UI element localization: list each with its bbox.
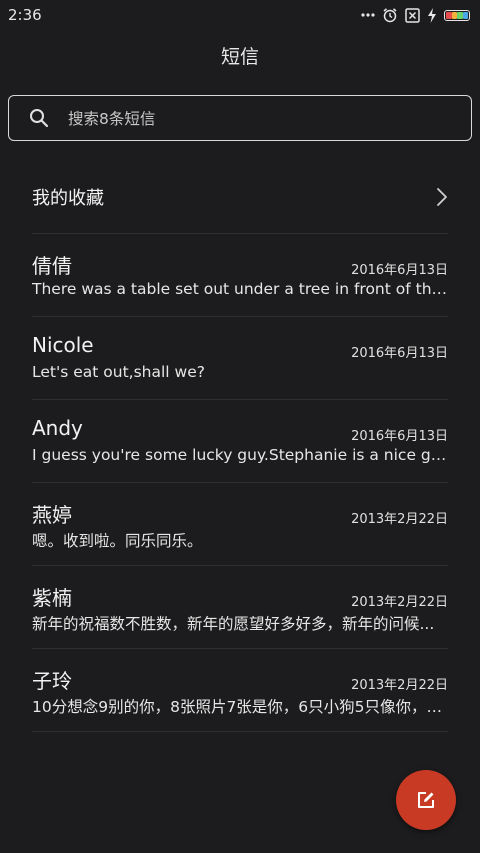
message-preview: There was a table set out under a tree i… (32, 280, 448, 298)
contact-name: 倩倩 (32, 254, 72, 278)
compose-button[interactable] (396, 770, 456, 830)
message-date: 2016年6月13日 (351, 263, 448, 278)
contact-name: Nicole (32, 333, 94, 357)
more-dots-icon (361, 7, 375, 23)
chevron-right-icon (436, 187, 448, 207)
message-preview: 10分想念9别的你，8张照片7张是你，6只小狗5只像你，4... (32, 698, 448, 716)
contact-name: 燕婷 (32, 503, 72, 527)
favorites-row[interactable]: 我的收藏 (32, 160, 448, 234)
message-date: 2013年2月22日 (351, 595, 448, 610)
status-icons (361, 7, 470, 23)
status-time: 2:36 (8, 6, 42, 24)
message-item[interactable]: 燕婷 2013年2月22日 嗯。收到啦。同乐同乐。 (32, 483, 448, 566)
search-input[interactable]: 搜索8条短信 (8, 95, 472, 141)
message-preview: Let's eat out,shall we? (32, 363, 205, 381)
compose-icon (416, 790, 436, 810)
message-item[interactable]: 子玲 2013年2月22日 10分想念9别的你，8张照片7张是你，6只小狗5只像… (32, 649, 448, 732)
message-preview: I guess you're some lucky guy.Stephanie … (32, 446, 448, 464)
message-preview: 新年的祝福数不胜数，新年的愿望好多好多，新年的问候... (32, 615, 435, 633)
contact-name: 紫楠 (32, 586, 72, 610)
message-item[interactable]: Nicole 2016年6月13日 Let's eat out,shall we… (32, 317, 448, 400)
message-item[interactable]: 紫楠 2013年2月22日 新年的祝福数不胜数，新年的愿望好多好多，新年的问候.… (32, 566, 448, 649)
sim-off-icon (405, 7, 420, 23)
search-icon (29, 108, 49, 128)
battery-icon (444, 7, 470, 23)
search-placeholder: 搜索8条短信 (68, 110, 156, 128)
charging-icon (427, 7, 437, 23)
alarm-icon (382, 7, 398, 23)
contact-name: 子玲 (32, 669, 72, 693)
message-date: 2016年6月13日 (351, 346, 448, 361)
status-bar: 2:36 (0, 0, 480, 30)
message-item[interactable]: 倩倩 2016年6月13日 There was a table set out … (32, 234, 448, 317)
page-title: 短信 (220, 46, 259, 68)
message-item[interactable]: Andy 2016年6月13日 I guess you're some luck… (32, 400, 448, 483)
message-preview: 嗯。收到啦。同乐同乐。 (32, 532, 203, 550)
message-date: 2013年2月22日 (351, 678, 448, 693)
message-date: 2016年6月13日 (351, 429, 448, 444)
message-list: 倩倩 2016年6月13日 There was a table set out … (32, 234, 448, 732)
message-date: 2013年2月22日 (351, 512, 448, 527)
favorites-label: 我的收藏 (32, 187, 104, 209)
contact-name: Andy (32, 416, 83, 440)
